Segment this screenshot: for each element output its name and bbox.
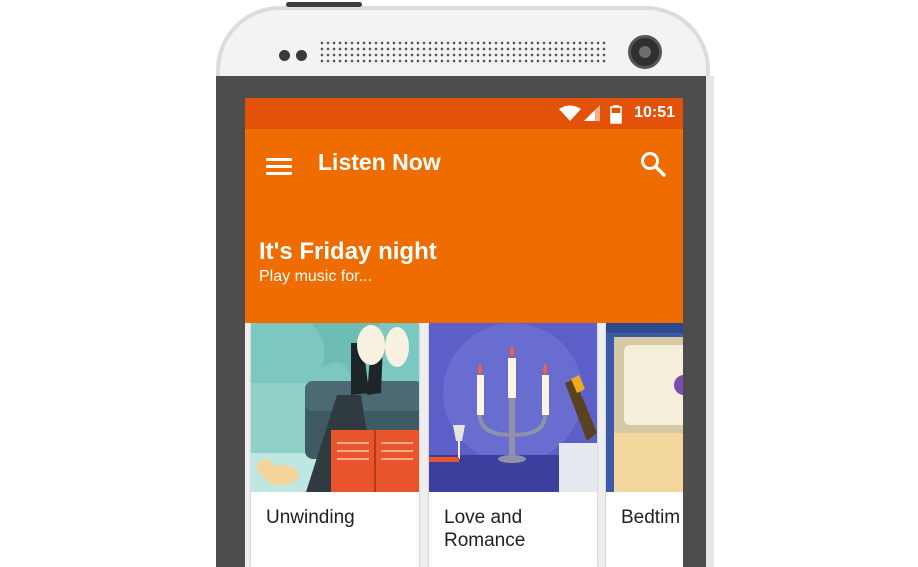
earpiece-speaker bbox=[319, 40, 607, 64]
battery-icon bbox=[610, 105, 622, 124]
app-bar: Listen Now It's Friday night Play music … bbox=[245, 129, 683, 323]
card-unwinding[interactable]: Unwinding bbox=[251, 323, 419, 567]
front-camera bbox=[628, 35, 662, 69]
card-label: Unwinding bbox=[266, 507, 355, 528]
power-button bbox=[286, 2, 362, 7]
proximity-sensor bbox=[279, 50, 290, 61]
phone-screen: 10:51 Listen Now It's Friday night Play … bbox=[245, 98, 683, 567]
romance-illustration bbox=[429, 323, 597, 492]
page-title: Listen Now bbox=[318, 149, 441, 175]
bedtime-illustration bbox=[606, 323, 683, 492]
card-bedtime[interactable]: Bedtim bbox=[606, 323, 683, 567]
phone-rim bbox=[706, 76, 714, 567]
card-label: Love and Romance bbox=[444, 507, 526, 551]
card-label: Bedtim bbox=[621, 507, 681, 528]
light-sensor bbox=[296, 50, 307, 61]
status-bar: 10:51 bbox=[245, 98, 683, 129]
unwinding-illustration bbox=[251, 323, 419, 492]
hero-subhead: Play music for... bbox=[259, 268, 372, 285]
status-time: 10:51 bbox=[634, 104, 675, 121]
search-icon[interactable] bbox=[638, 149, 668, 179]
card-love-and-romance[interactable]: Love and Romance bbox=[429, 323, 597, 567]
signal-icon bbox=[584, 105, 600, 121]
wifi-icon bbox=[559, 105, 581, 121]
hero-headline: It's Friday night bbox=[259, 238, 437, 265]
menu-icon[interactable] bbox=[266, 156, 292, 178]
